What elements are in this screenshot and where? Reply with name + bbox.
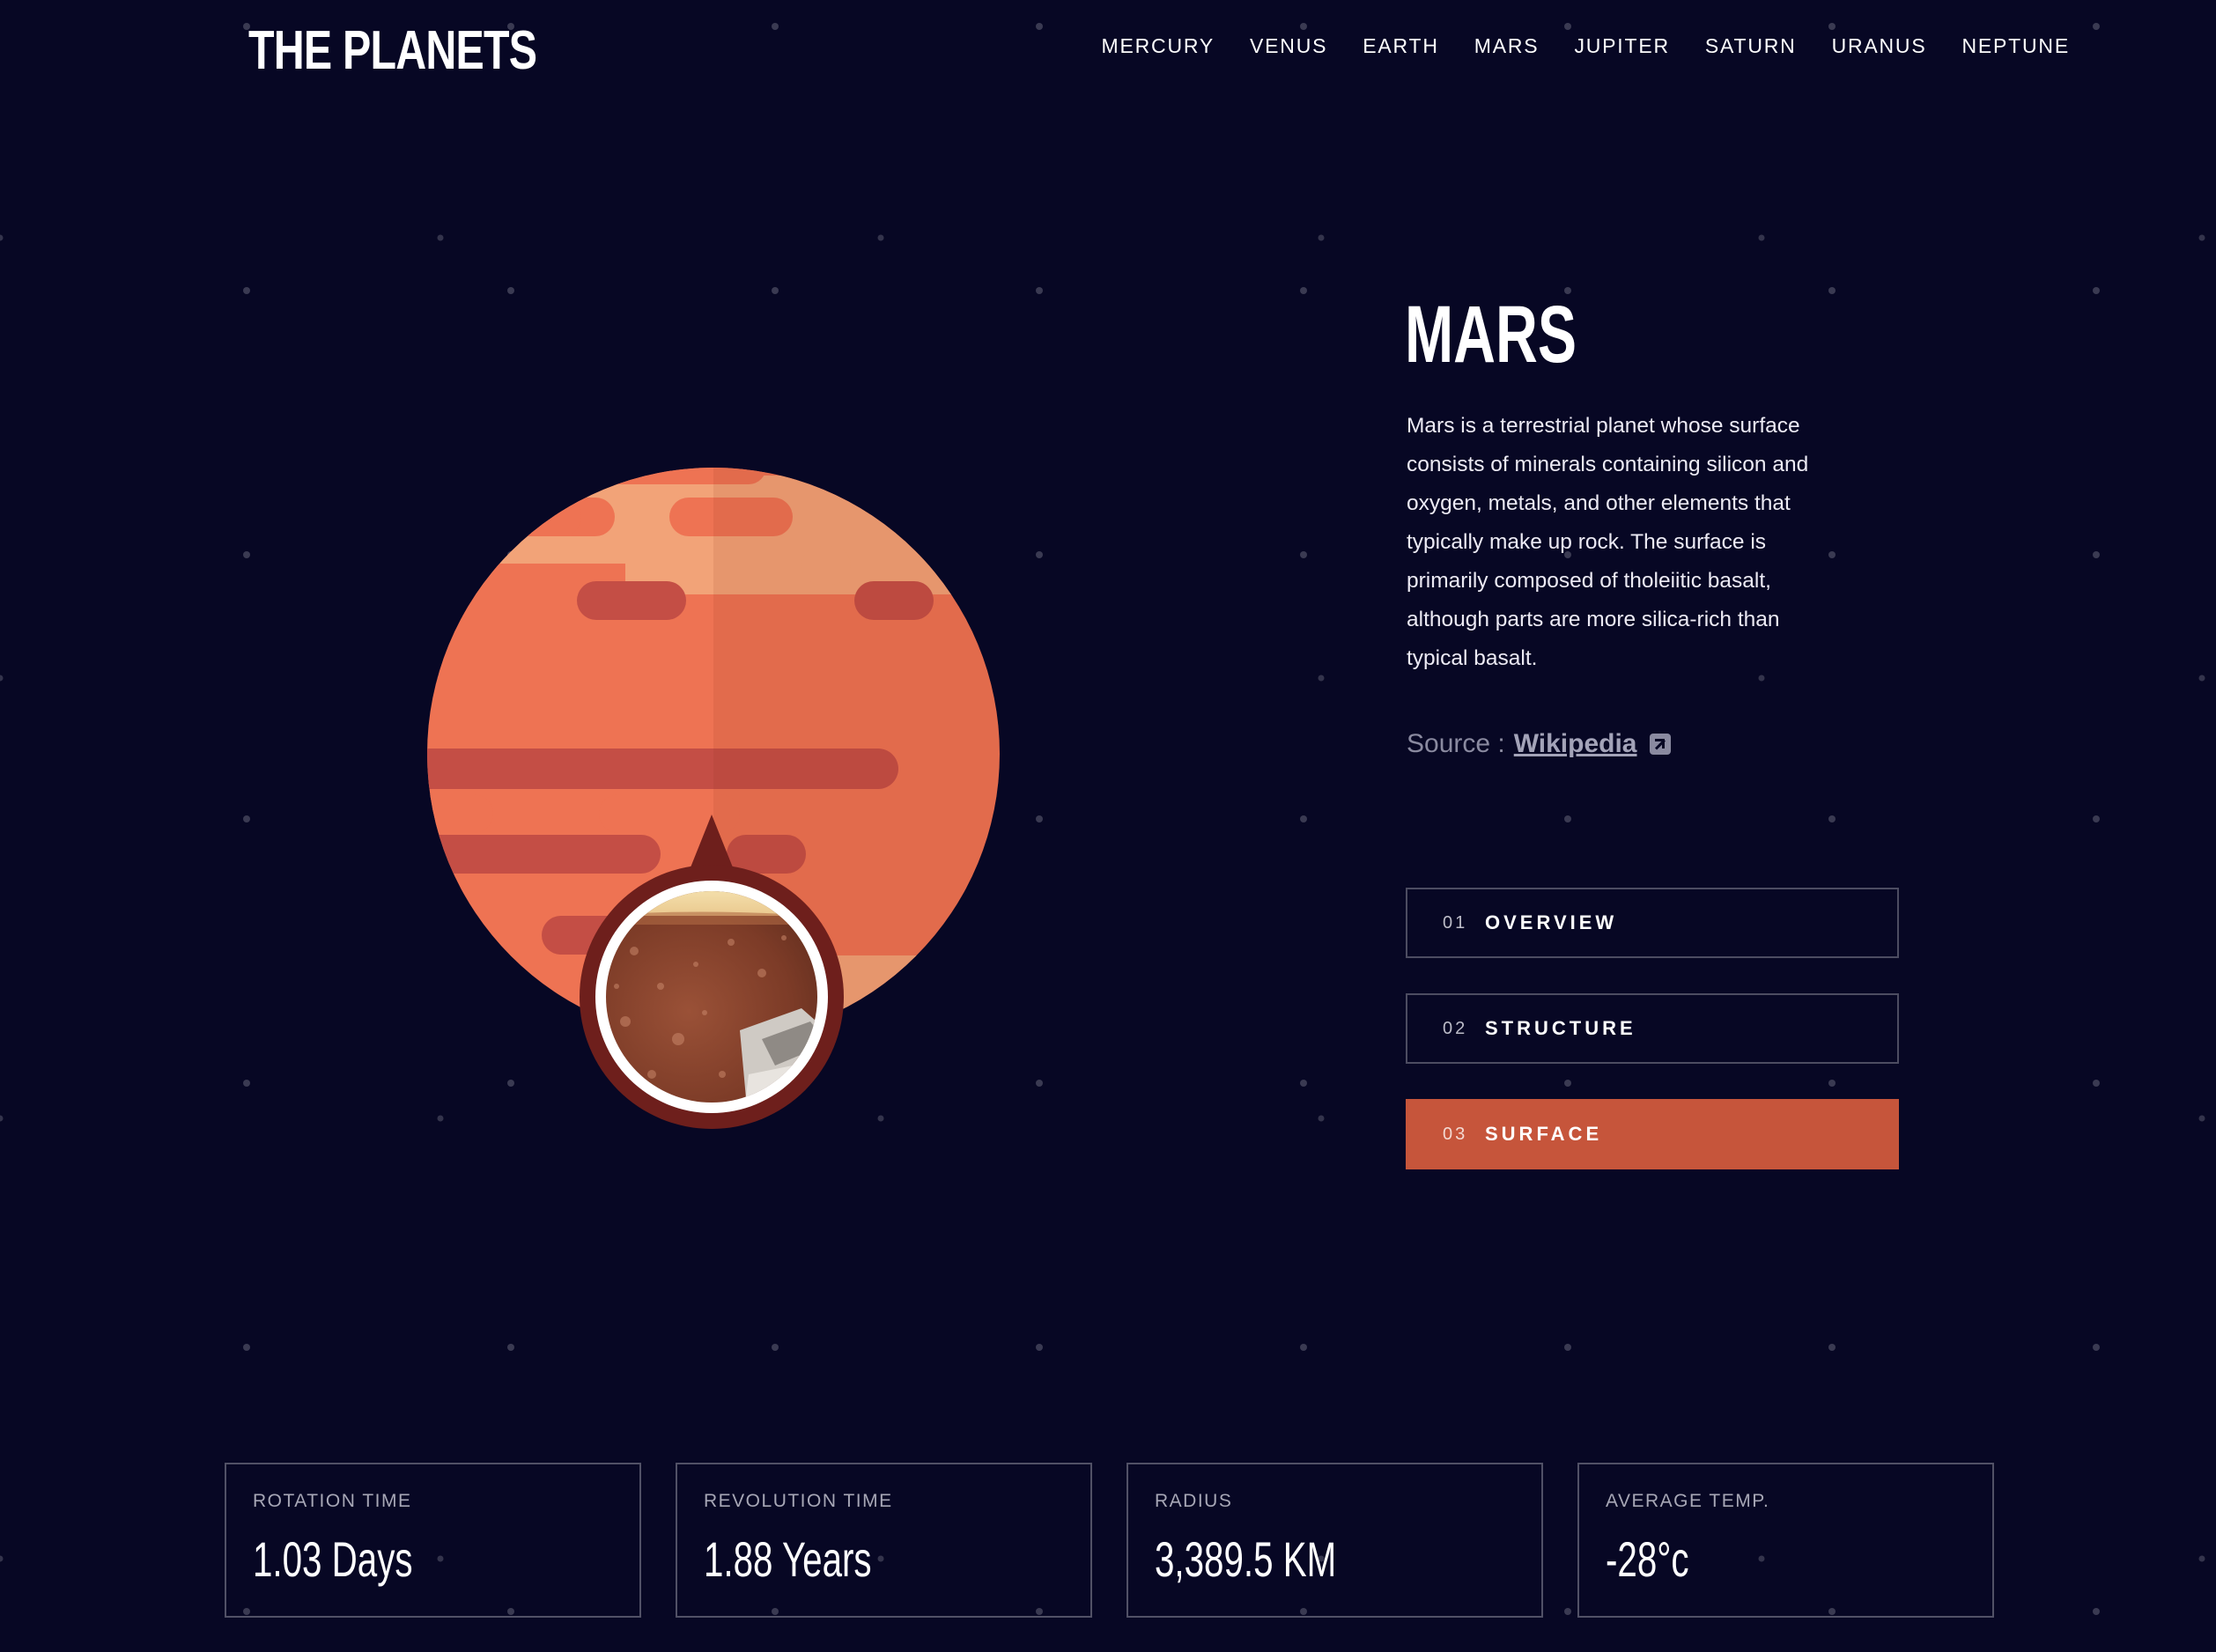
planet-navigation: MERCURY VENUS EARTH MARS JUPITER SATURN … — [1057, 30, 2070, 62]
tab-number: 03 — [1443, 1124, 1468, 1144]
nav-item-neptune[interactable]: NEPTUNE — [1961, 30, 2070, 62]
tab-number: 02 — [1443, 1018, 1468, 1038]
stat-value: 1.88 Years — [704, 1531, 872, 1587]
stat-revolution-time: REVOLUTION TIME 1.88 Years — [676, 1463, 1092, 1618]
nav-item-jupiter[interactable]: JUPITER — [1574, 30, 1669, 62]
stat-rotation-time: ROTATION TIME 1.03 Days — [225, 1463, 641, 1618]
tab-surface[interactable]: 03 SURFACE — [1406, 1099, 1899, 1169]
stat-value: 3,389.5 KM — [1155, 1531, 1337, 1587]
tab-label: STRUCTURE — [1485, 1017, 1636, 1039]
starfield-background — [0, 23, 2205, 1615]
nav-item-mars[interactable]: MARS — [1474, 30, 1540, 62]
stat-label: AVERAGE TEMP. — [1606, 1491, 1770, 1511]
stat-label: RADIUS — [1155, 1491, 1233, 1511]
stat-average-temp: AVERAGE TEMP. -28°c — [1577, 1463, 1994, 1618]
tab-overview[interactable]: 01 OVERVIEW — [1406, 888, 1899, 958]
planet-title: MARS — [1405, 290, 1577, 380]
stat-radius: RADIUS 3,389.5 KM — [1126, 1463, 1543, 1618]
source-label: Source : — [1407, 729, 1505, 758]
nav-item-venus[interactable]: VENUS — [1250, 30, 1327, 62]
tab-label: SURFACE — [1485, 1123, 1603, 1145]
nav-item-mercury[interactable]: MERCURY — [1102, 30, 1215, 62]
planet-description: Mars is a terrestrial planet whose surfa… — [1407, 414, 1809, 670]
nav-item-earth[interactable]: EARTH — [1363, 30, 1439, 62]
tab-number: 01 — [1443, 912, 1468, 933]
site-logo[interactable]: THE PLANETS — [248, 19, 537, 83]
stat-value: 1.03 Days — [253, 1531, 413, 1587]
stat-label: ROTATION TIME — [253, 1491, 412, 1511]
nav-item-saturn[interactable]: SATURN — [1705, 30, 1797, 62]
stat-label: REVOLUTION TIME — [704, 1491, 893, 1511]
wikipedia-link[interactable]: Wikipedia — [1514, 729, 1637, 759]
mars-planet-illustration — [427, 468, 1000, 1129]
source-attribution: Source : Wikipedia — [1407, 729, 1671, 759]
external-link-icon[interactable] — [1649, 734, 1671, 755]
tab-structure[interactable]: 02 STRUCTURE — [1406, 993, 1899, 1064]
tab-label: OVERVIEW — [1485, 911, 1618, 933]
stat-value: -28°c — [1606, 1531, 1689, 1587]
nav-item-uranus[interactable]: URANUS — [1832, 30, 1927, 62]
